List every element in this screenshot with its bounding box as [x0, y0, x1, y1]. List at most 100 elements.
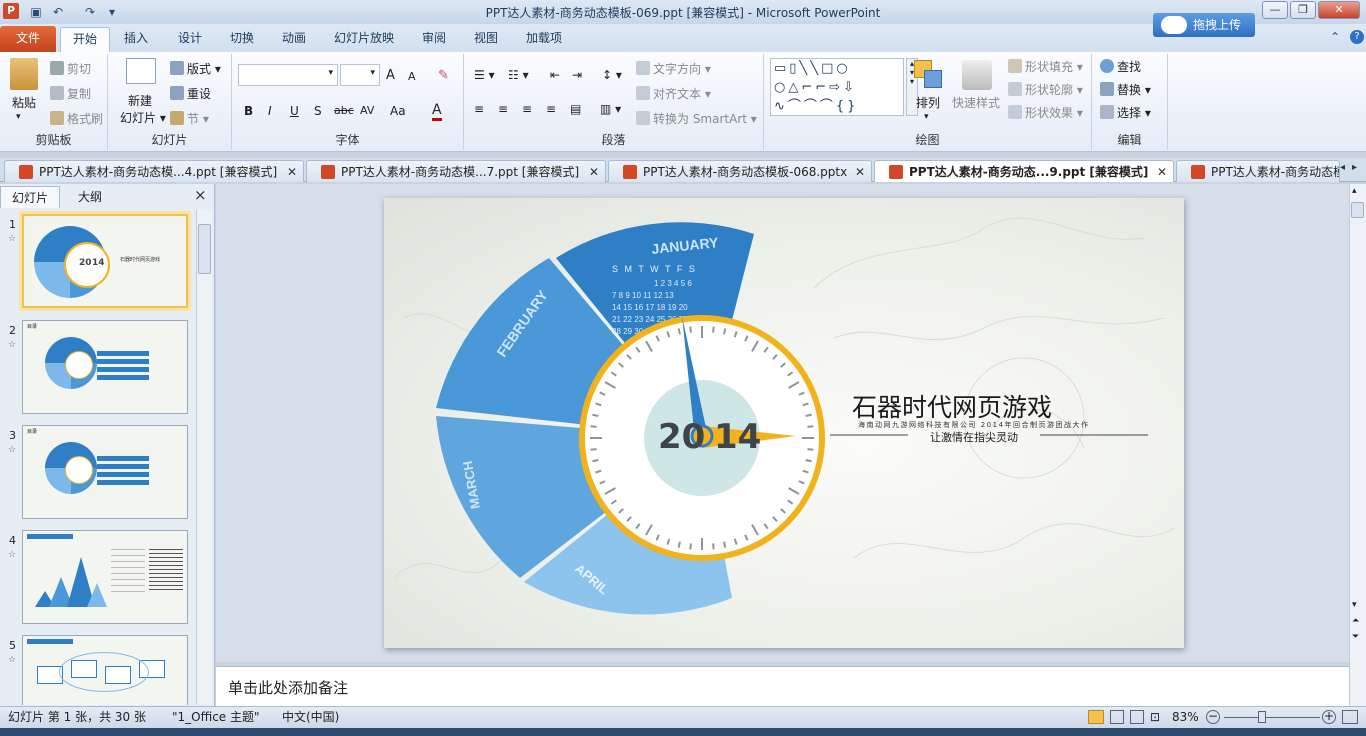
slide-thumbnail-2[interactable]: 目录 — [22, 320, 188, 414]
close-tab-icon[interactable]: ✕ — [1157, 161, 1167, 182]
upload-button[interactable]: 拖拽上传 — [1153, 13, 1255, 37]
increase-indent-button[interactable]: ⇥ — [572, 68, 582, 82]
quick-styles-button[interactable]: 快速样式 — [952, 94, 1000, 111]
tab-scroll-left-icon[interactable]: ◂ — [1340, 162, 1345, 173]
slide-sorter-icon[interactable] — [1110, 710, 1124, 724]
close-window-button[interactable]: ✕ — [1318, 1, 1360, 19]
format-painter-button[interactable]: 格式刷 — [50, 110, 103, 127]
cut-button[interactable]: 剪切 — [50, 60, 91, 77]
language-status[interactable]: 中文(中国) — [282, 707, 339, 728]
align-text-button[interactable]: 对齐文本 ▾ — [636, 85, 711, 102]
current-slide[interactable]: JANUARY FEBRUARY MARCH APRIL S M T W T F… — [384, 198, 1184, 648]
italic-button[interactable]: I — [268, 104, 272, 118]
slide-thumbnail-1[interactable]: 20 14 石器时代网页游戏 — [22, 214, 188, 308]
tab-slideshow[interactable]: 幻灯片放映 — [328, 27, 400, 52]
change-case-button[interactable]: Aa — [390, 104, 406, 118]
shadow-button[interactable]: S — [314, 104, 322, 118]
reading-view-icon[interactable] — [1130, 710, 1144, 724]
section-button[interactable]: 节 ▾ — [170, 110, 209, 127]
convert-smartart-button[interactable]: 转换为 SmartArt ▾ — [636, 110, 757, 127]
new-slide-label[interactable]: 新建 — [128, 92, 152, 109]
clear-format-button[interactable]: ✎ — [438, 68, 449, 83]
editor-scrollbar[interactable]: ▴ ▾ ⏶ ⏷ — [1349, 184, 1366, 706]
doc-tab[interactable]: PPT达人素材-商务动态模板-068.pptx ✕ — [608, 160, 872, 182]
tab-view[interactable]: 视图 — [466, 27, 506, 52]
find-button[interactable]: 查找 — [1100, 58, 1141, 75]
editor-scroll-thumb[interactable] — [1351, 202, 1364, 218]
notes-pane[interactable]: 单击此处添加备注 — [216, 666, 1349, 706]
font-size-select[interactable]: ▾ — [340, 64, 380, 86]
scroll-down-icon[interactable]: ▾ — [1352, 600, 1357, 610]
doc-tab[interactable]: PPT达人素材-商务动态模...7.ppt [兼容模式] ✕ — [306, 160, 606, 182]
tab-home[interactable]: 开始 — [60, 27, 110, 52]
tab-animations[interactable]: 动画 — [274, 27, 314, 52]
doc-tab[interactable]: PPT达人素材-商务动态模...4.ppt [兼容模式] ✕ — [4, 160, 304, 182]
scroll-up-icon[interactable]: ▴ — [1352, 186, 1357, 196]
tab-review[interactable]: 审阅 — [414, 27, 454, 52]
shrink-font-button[interactable]: A — [408, 70, 416, 83]
minimize-button[interactable]: — — [1262, 1, 1288, 19]
shape-effects-button[interactable]: 形状效果 ▾ — [1008, 104, 1083, 121]
slide-thumbnail-4[interactable] — [22, 530, 188, 624]
line-spacing-button[interactable]: ↕ ▾ — [602, 68, 622, 82]
doc-tab-active[interactable]: PPT达人素材-商务动态...9.ppt [兼容模式] ✕ — [874, 160, 1174, 182]
layout-button[interactable]: 版式 ▾ — [170, 60, 221, 77]
close-tab-icon[interactable]: ✕ — [287, 161, 297, 182]
decrease-indent-button[interactable]: ⇤ — [550, 68, 560, 82]
tab-scroll-right-icon[interactable]: ▸ — [1352, 162, 1357, 173]
zoom-level[interactable]: 83% — [1172, 707, 1199, 728]
tab-outline[interactable]: 大纲 — [62, 186, 118, 208]
panel-scrollbar[interactable] — [196, 210, 212, 704]
reset-button[interactable]: 重设 — [170, 85, 211, 102]
align-right-button[interactable]: ≡ — [522, 102, 532, 116]
bullets-button[interactable]: ☰ ▾ — [474, 68, 495, 82]
zoom-out-icon[interactable]: − — [1206, 710, 1220, 724]
char-spacing-button[interactable]: AV — [360, 104, 374, 117]
help-icon[interactable]: ? — [1350, 30, 1364, 44]
font-color-button[interactable]: A — [432, 102, 442, 121]
tab-slides-thumbnails[interactable]: 幻灯片 — [0, 186, 60, 208]
justify-button[interactable]: ≡ — [546, 102, 556, 116]
fit-to-window-icon[interactable] — [1342, 710, 1358, 724]
replace-button[interactable]: 替换 ▾ — [1100, 81, 1151, 98]
minimize-ribbon-icon[interactable]: ⌃ — [1330, 30, 1340, 44]
zoom-slider-thumb[interactable] — [1258, 711, 1266, 723]
zoom-in-icon[interactable]: + — [1322, 710, 1336, 724]
copy-button[interactable]: 复制 — [50, 85, 91, 102]
slide-thumbnail-5[interactable] — [22, 635, 188, 705]
slide-thumbnail-3[interactable]: 目录 — [22, 425, 188, 519]
tab-insert[interactable]: 插入 — [116, 27, 156, 52]
new-slide-button[interactable]: 幻灯片 ▾ — [120, 109, 166, 126]
numbering-button[interactable]: ☷ ▾ — [508, 68, 529, 82]
align-center-button[interactable]: ≡ — [498, 102, 508, 116]
columns-button[interactable]: ▥ ▾ — [600, 102, 621, 116]
grow-font-button[interactable]: A — [386, 68, 395, 83]
font-name-select[interactable]: ▾ — [238, 64, 338, 86]
normal-view-icon[interactable] — [1088, 710, 1104, 724]
underline-button[interactable]: U — [290, 104, 299, 118]
bold-button[interactable]: B — [244, 104, 253, 118]
close-tab-icon[interactable]: ✕ — [855, 161, 865, 182]
arrange-button[interactable]: 排列 — [916, 94, 940, 111]
paste-dropdown-icon[interactable]: ▾ — [16, 112, 21, 122]
paste-button[interactable]: 粘贴 — [12, 94, 36, 111]
maximize-button[interactable]: ❐ — [1290, 1, 1316, 19]
tab-design[interactable]: 设计 — [170, 27, 210, 52]
select-button[interactable]: 选择 ▾ — [1100, 104, 1151, 121]
tab-addins[interactable]: 加载项 — [520, 27, 568, 52]
previous-slide-icon[interactable]: ⏶ — [1352, 616, 1359, 626]
close-tab-icon[interactable]: ✕ — [589, 161, 599, 182]
close-panel-icon[interactable]: × — [194, 186, 207, 204]
distributed-button[interactable]: ▤ — [570, 102, 581, 116]
shapes-gallery[interactable]: ▭▯╲╲□○ ○△⌐⌐⇨⇩ ∿⌒⌒⌒{} — [770, 58, 904, 116]
doc-tab[interactable]: PPT达人素材-商务动态模 — [1176, 160, 1340, 182]
strikethrough-button[interactable]: abc — [334, 104, 354, 117]
text-direction-button[interactable]: 文字方向 ▾ — [636, 60, 711, 77]
panel-scroll-thumb[interactable] — [198, 224, 211, 274]
next-slide-icon[interactable]: ⏷ — [1352, 632, 1359, 642]
shape-fill-button[interactable]: 形状填充 ▾ — [1008, 58, 1083, 75]
shape-outline-button[interactable]: 形状轮廓 ▾ — [1008, 81, 1083, 98]
tab-file[interactable]: 文件 — [0, 26, 56, 52]
theme-status[interactable]: "1_Office 主题" — [172, 707, 260, 728]
slideshow-icon[interactable]: ⊡ — [1150, 707, 1160, 728]
